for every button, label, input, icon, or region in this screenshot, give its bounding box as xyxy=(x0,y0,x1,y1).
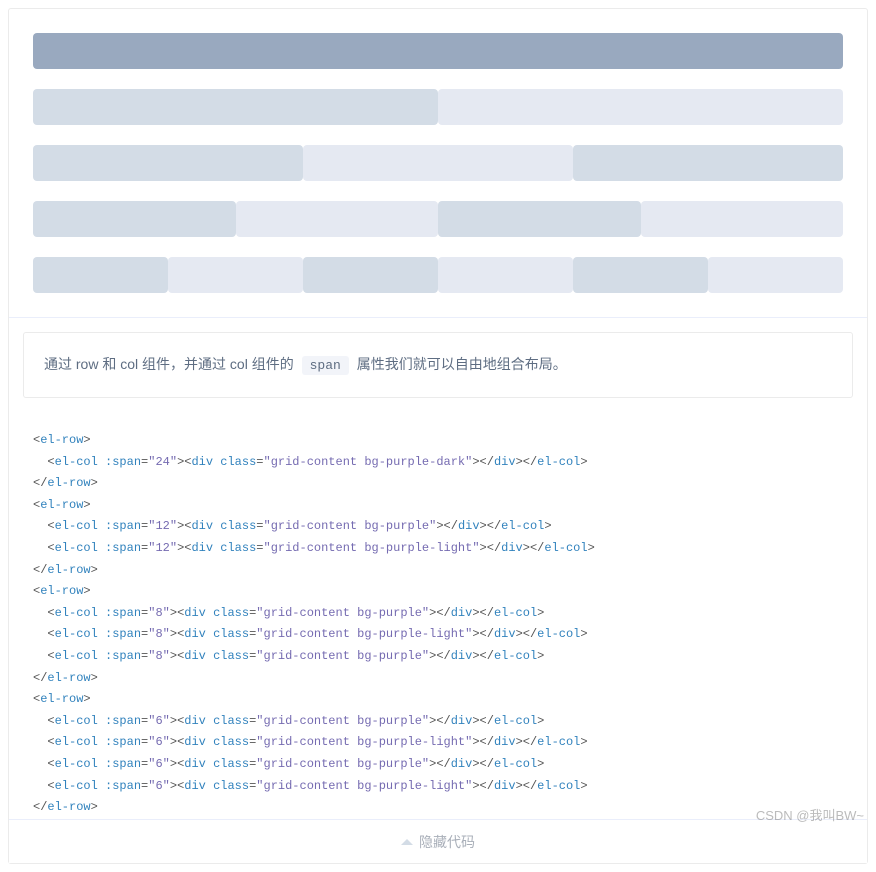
grid-row xyxy=(33,257,843,293)
grid-cell-dark xyxy=(33,33,843,69)
grid-cell xyxy=(573,145,843,181)
description-code: span xyxy=(302,356,349,375)
grid-row xyxy=(33,33,843,69)
grid-cell xyxy=(303,257,438,293)
grid-col xyxy=(303,145,573,181)
demo-block: 通过 row 和 col 组件，并通过 col 组件的 span 属性我们就可以… xyxy=(8,8,868,864)
grid-col xyxy=(33,33,843,69)
grid-cell-light xyxy=(438,89,843,125)
grid-cell-light xyxy=(641,201,844,237)
grid-cell-light xyxy=(236,201,439,237)
grid-col xyxy=(438,89,843,125)
description: 通过 row 和 col 组件，并通过 col 组件的 span 属性我们就可以… xyxy=(23,332,853,398)
grid-cell-light xyxy=(708,257,843,293)
grid-col xyxy=(573,257,708,293)
grid-col xyxy=(708,257,843,293)
grid-col xyxy=(573,145,843,181)
grid-col xyxy=(438,257,573,293)
toggle-code-button[interactable]: 隐藏代码 xyxy=(9,819,867,863)
description-text-before: 通过 row 和 col 组件，并通过 col 组件的 xyxy=(44,356,298,372)
grid-cell xyxy=(33,201,236,237)
demo-preview xyxy=(9,9,867,317)
grid-col xyxy=(33,201,236,237)
toggle-code-label: 隐藏代码 xyxy=(419,834,475,850)
grid-row xyxy=(33,145,843,181)
grid-col xyxy=(438,201,641,237)
grid-col xyxy=(33,89,438,125)
grid-cell xyxy=(573,257,708,293)
grid-col xyxy=(168,257,303,293)
description-text-after: 属性我们就可以自由地组合布局。 xyxy=(353,356,567,372)
code-block: <el-row> <el-col :span="24"><div class="… xyxy=(9,412,867,819)
grid-cell-light xyxy=(168,257,303,293)
grid-cell xyxy=(33,89,438,125)
grid-row xyxy=(33,201,843,237)
grid-col xyxy=(641,201,844,237)
grid-row xyxy=(33,89,843,125)
grid-col xyxy=(33,145,303,181)
grid-col xyxy=(303,257,438,293)
grid-cell xyxy=(438,201,641,237)
grid-cell xyxy=(33,257,168,293)
grid-cell xyxy=(33,145,303,181)
caret-up-icon xyxy=(401,839,413,845)
grid-cell-light xyxy=(303,145,573,181)
grid-col xyxy=(236,201,439,237)
demo-meta: 通过 row 和 col 组件，并通过 col 组件的 span 属性我们就可以… xyxy=(9,317,867,819)
grid-col xyxy=(33,257,168,293)
grid-cell-light xyxy=(438,257,573,293)
